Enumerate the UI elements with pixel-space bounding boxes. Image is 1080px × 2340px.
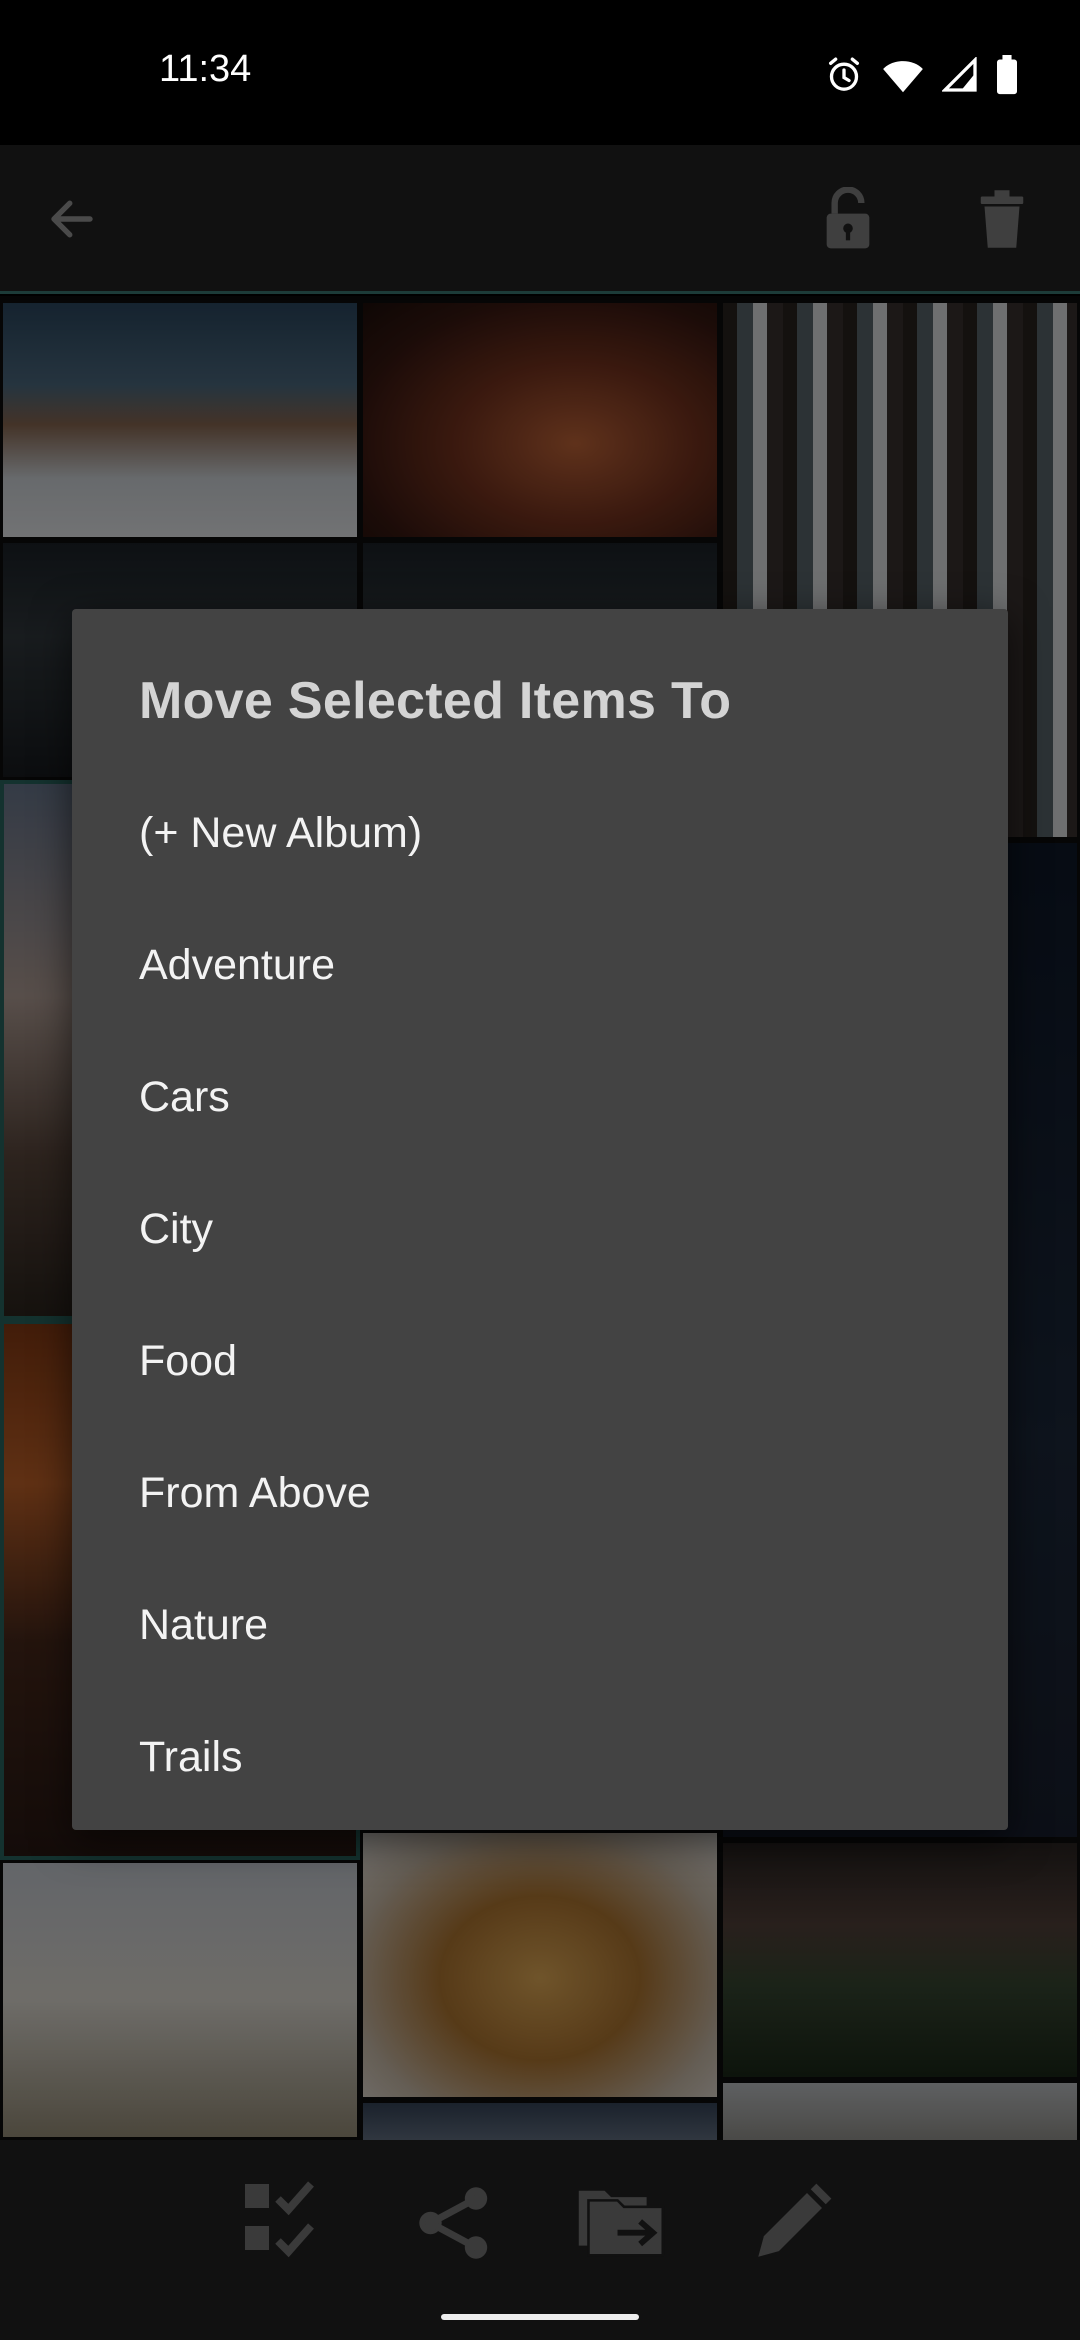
album-item-food[interactable]: Food: [72, 1295, 1008, 1427]
top-toolbar: [0, 145, 1080, 293]
dialog-title: Move Selected Items To: [139, 672, 732, 730]
home-indicator[interactable]: [441, 2314, 639, 2320]
album-item-from-above[interactable]: From Above: [72, 1427, 1008, 1559]
alarm-icon: [824, 55, 864, 95]
album-item-trails[interactable]: Trails: [72, 1691, 1008, 1823]
move-folder-icon[interactable]: [574, 2173, 674, 2273]
album-item-adventure[interactable]: Adventure: [72, 899, 1008, 1031]
bottom-action-bar: [0, 2140, 1080, 2340]
back-arrow-icon[interactable]: [32, 179, 112, 259]
unlock-icon[interactable]: [808, 179, 888, 259]
status-bar: 11:34: [0, 0, 1080, 145]
trash-icon[interactable]: [962, 179, 1042, 259]
signal-icon: [942, 57, 978, 93]
album-item-cars[interactable]: Cars: [72, 1031, 1008, 1163]
toolbar-divider: [0, 291, 1080, 294]
select-all-icon[interactable]: [237, 2173, 337, 2273]
album-list: (+ New Album) Adventure Cars City Food F…: [72, 767, 1008, 1823]
status-time: 11:34: [159, 48, 252, 90]
edit-pencil-icon[interactable]: [742, 2173, 842, 2273]
album-item-new-album[interactable]: (+ New Album): [72, 767, 1008, 899]
status-icons: [824, 52, 1018, 98]
share-icon[interactable]: [405, 2173, 505, 2273]
wifi-icon: [882, 56, 924, 94]
battery-icon: [996, 55, 1018, 95]
album-item-nature[interactable]: Nature: [72, 1559, 1008, 1691]
move-items-dialog: Move Selected Items To (+ New Album) Adv…: [72, 609, 1008, 1830]
album-item-city[interactable]: City: [72, 1163, 1008, 1295]
